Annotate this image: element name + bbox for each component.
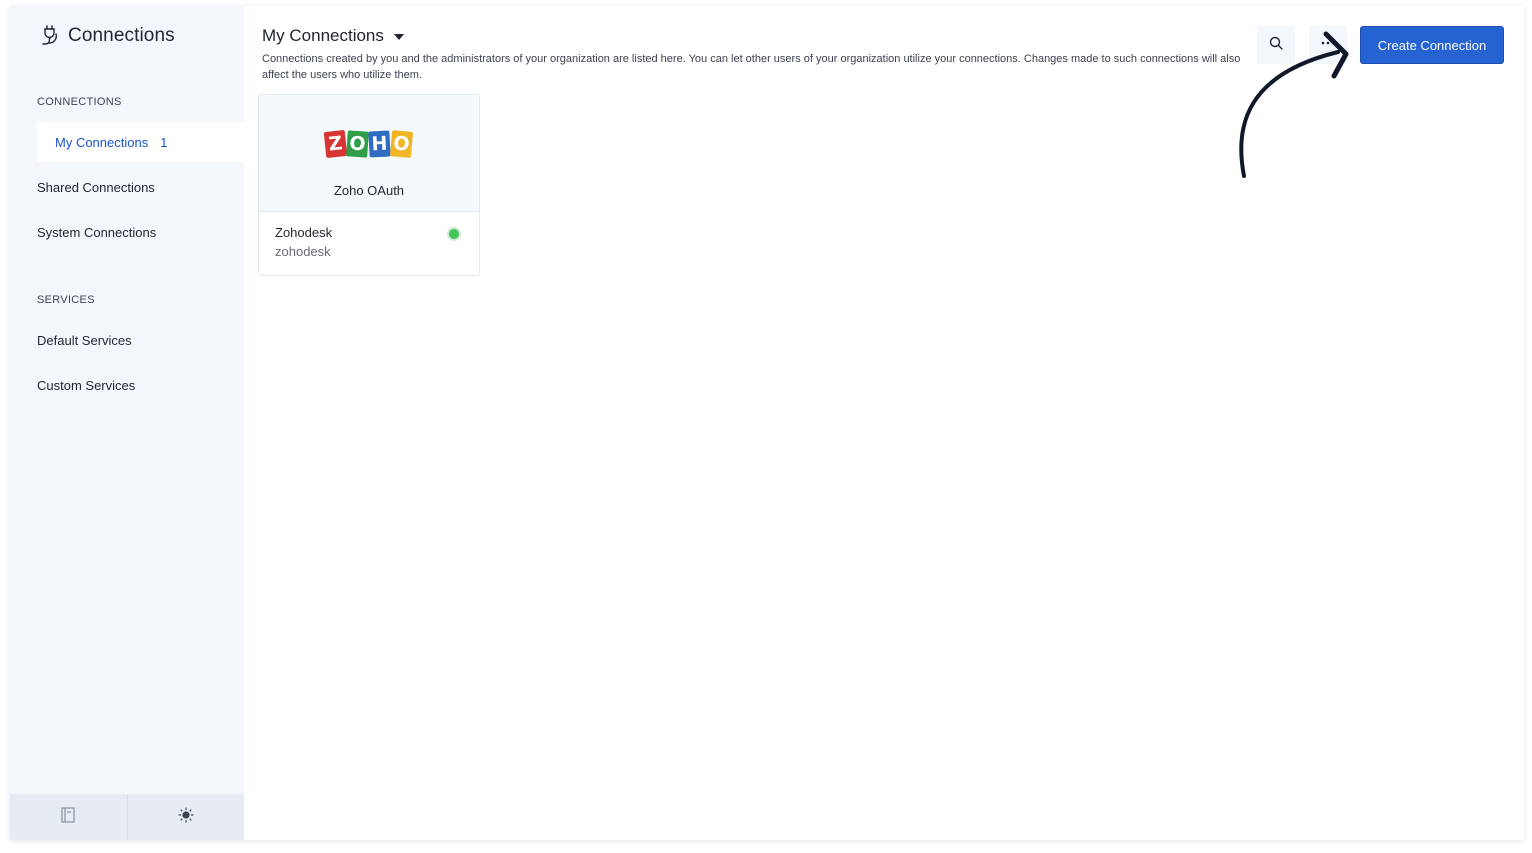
page-description: Connections created by you and the admin…: [262, 53, 1241, 81]
sun-icon: [178, 806, 194, 828]
docs-button[interactable]: [10, 794, 127, 840]
create-connection-button[interactable]: Create Connection: [1360, 26, 1504, 64]
connection-name: Zohodesk: [275, 225, 333, 240]
status-connected-icon: [449, 229, 459, 239]
section-label-services: SERVICES: [37, 294, 95, 306]
sidebar-item-label: My Connections: [55, 134, 149, 150]
sidebar: Connections CONNECTIONS My Connections 1…: [10, 6, 244, 840]
brand: Connections: [40, 24, 175, 48]
plug-icon: [40, 25, 60, 47]
logo-tile: O: [389, 130, 414, 158]
connection-card[interactable]: Z O H O Zoho OAuth Zohodesk zohodesk: [258, 94, 480, 276]
section-label-connections: CONNECTIONS: [37, 96, 122, 108]
logo-tile: Z: [323, 129, 348, 159]
zoho-logo: Z O H O: [323, 129, 414, 159]
provider-name: Zoho OAuth: [333, 183, 405, 198]
card-header: Z O H O Zoho OAuth: [259, 95, 479, 212]
app-title: Connections: [68, 25, 175, 46]
book-icon: [61, 806, 75, 828]
sidebar-item-my-connections[interactable]: My Connections 1: [37, 122, 244, 162]
caret-down-icon: [393, 34, 404, 40]
app-window: Connections CONNECTIONS My Connections 1…: [10, 6, 1524, 840]
connection-link-name: zohodesk: [275, 244, 331, 259]
page-title: My Connections: [262, 26, 384, 45]
sidebar-item-custom-services[interactable]: Custom Services: [37, 378, 135, 393]
annotation-arrow-icon: [1239, 31, 1349, 178]
logo-tile: O: [346, 130, 369, 158]
sidebar-item-default-services[interactable]: Default Services: [37, 333, 132, 348]
theme-toggle-button[interactable]: [126, 794, 245, 840]
sidebar-item-system-connections[interactable]: System Connections: [37, 225, 156, 240]
sidebar-item-shared-connections[interactable]: Shared Connections: [37, 180, 155, 195]
connections-view-dropdown[interactable]: My Connections: [262, 26, 404, 46]
logo-tile: H: [368, 130, 391, 158]
connection-count: 1: [160, 134, 168, 150]
sidebar-footer: [10, 794, 244, 840]
